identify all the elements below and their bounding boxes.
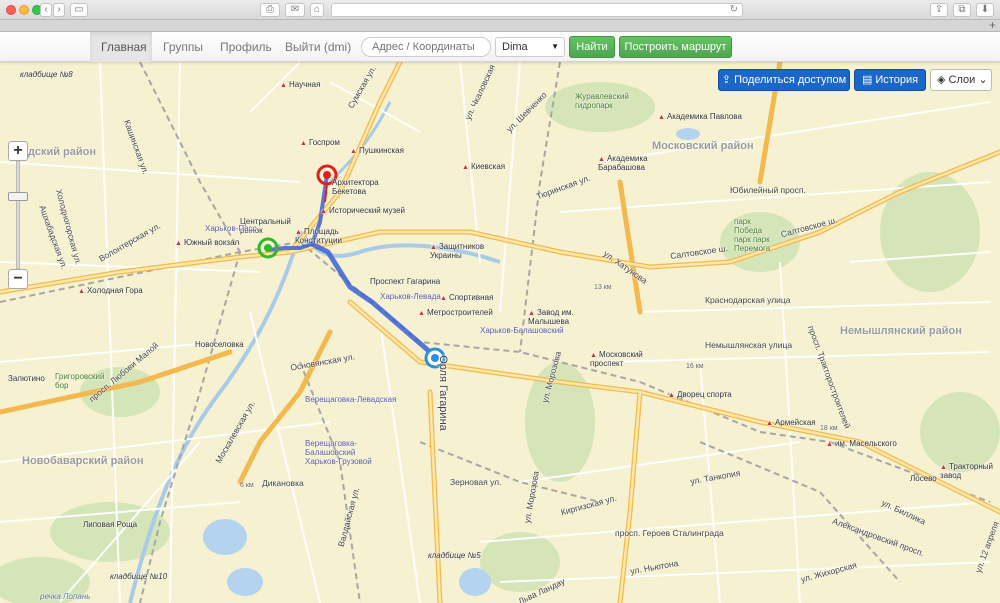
street-label: Орля Гагарина xyxy=(436,355,449,431)
tab-groups[interactable]: Группы xyxy=(152,32,214,62)
place-label: Верещаговка-Балашовский Харьков-Грузовой xyxy=(305,439,372,466)
map-canvas[interactable]: Московский район Немышлянский район Ново… xyxy=(0,62,1000,603)
metro-label: Московский проспект xyxy=(590,350,645,368)
metro-label: Спортивная xyxy=(440,293,493,302)
street-label: Юбилейный просп. xyxy=(730,185,806,195)
metro-label: Площадь Конституции xyxy=(295,227,355,245)
tab-profile[interactable]: Профиль xyxy=(209,32,283,62)
share-access-label: Поделиться доступом xyxy=(734,74,847,86)
metro-label: Армейская xyxy=(766,418,816,427)
place-label: Харьков-Пасс. xyxy=(205,224,259,233)
street-label: просп. Героев Сталинграда xyxy=(615,528,724,538)
layers-label: Слои xyxy=(948,74,976,86)
metro-label: Госпром xyxy=(300,138,340,147)
metro-label: Метростроителей xyxy=(418,308,493,317)
km-marker: 13 км xyxy=(594,284,612,291)
street-label: Дикановка xyxy=(262,478,304,488)
metro-label: Академика Барабашова xyxy=(598,154,668,172)
tab-home[interactable]: Главная xyxy=(90,32,152,62)
place-label: Верещаговка-Левадская xyxy=(305,395,397,404)
metro-label: Исторический музей xyxy=(320,206,405,215)
place-label: Залютино xyxy=(8,374,45,383)
place-label: кладбище №5 xyxy=(428,551,481,560)
back-icon[interactable]: ‹ xyxy=(40,3,52,17)
place-label: речка Лопань xyxy=(40,592,91,601)
zoom-slider-handle[interactable] xyxy=(8,192,28,201)
share-icon[interactable]: ⇪ xyxy=(930,3,948,17)
history-label: История xyxy=(875,74,919,86)
metro-label: Пушкинская xyxy=(350,146,404,155)
place-label: Харьков-Левада xyxy=(380,292,441,301)
place-label: кладбище №8 xyxy=(20,70,73,79)
district-label: Новобаварский район xyxy=(22,455,144,467)
metro-label: Киевская xyxy=(462,162,505,171)
street-label: Зерновая ул. xyxy=(450,477,502,487)
metro-label: Тракторный завод xyxy=(940,462,993,480)
zoom-slider-track[interactable] xyxy=(16,161,20,269)
place-label: Липовая Роща xyxy=(83,520,138,529)
chevron-down-icon: ⌄ xyxy=(975,74,988,86)
district-label: Московский район xyxy=(652,140,754,152)
download-icon[interactable]: ⬇ xyxy=(976,3,994,17)
search-input[interactable] xyxy=(361,37,491,57)
place-label: кладбище №10 xyxy=(110,572,168,581)
chevron-down-icon: ▼ xyxy=(551,42,559,51)
metro-label: Завод им. Малышева xyxy=(528,308,583,326)
layers-icon: ◈ xyxy=(937,74,949,86)
home-icon[interactable]: ⌂ xyxy=(310,3,324,17)
tab-strip: + xyxy=(0,18,1000,32)
tabs-icon[interactable]: ⧉ xyxy=(953,3,971,17)
user-select[interactable]: Dima ▼ xyxy=(495,37,565,57)
metro-label: Проспект Гагарина xyxy=(370,277,441,286)
reload-icon[interactable]: ↻ xyxy=(730,4,738,16)
address-bar[interactable]: ↻ xyxy=(331,3,743,17)
user-select-value: Dima xyxy=(502,41,528,53)
place-label: Григоровский бор xyxy=(55,372,105,390)
new-tab-icon[interactable]: + xyxy=(989,18,996,32)
km-marker: 6 км xyxy=(240,482,254,489)
mail-icon[interactable]: ✉ xyxy=(285,3,305,17)
metro-label: Защитников Украины xyxy=(430,242,490,260)
km-marker: 16 км xyxy=(686,363,704,370)
place-label: Лосево xyxy=(910,474,937,483)
place-label: парк Победа парк парк Перемога xyxy=(734,217,771,253)
print-icon[interactable]: ⎙ xyxy=(260,3,280,17)
find-button[interactable]: Найти xyxy=(569,36,615,58)
close-window-icon[interactable] xyxy=(6,5,16,15)
list-icon: ▤ xyxy=(861,74,876,86)
place-label: Журавлевский гидропарк xyxy=(575,92,629,110)
place-label: Новоселовка xyxy=(195,340,244,349)
district-label: Немышлянский район xyxy=(840,325,962,337)
street-label: Краснодарская улица xyxy=(705,295,791,305)
tab-logout[interactable]: Выйти (dmi) xyxy=(274,32,362,62)
metro-label: Академика Павлова xyxy=(658,112,742,121)
zoom-in-button[interactable]: + xyxy=(8,141,28,161)
share-icon: ⇪ xyxy=(721,74,735,86)
browser-toolbar: ‹ › ▭ ⎙ ✉ ⌂ ↻ ⇪ ⧉ ⬇ xyxy=(0,0,1000,20)
minimize-window-icon[interactable] xyxy=(19,5,29,15)
zoom-out-button[interactable]: − xyxy=(8,269,28,289)
build-route-button[interactable]: Построить маршрут xyxy=(619,36,732,58)
metro-label: Научная xyxy=(280,80,321,89)
metro-label: Архитектора Бекетова xyxy=(332,178,379,196)
layers-dropdown[interactable]: ◈ Слои ⌄ xyxy=(930,69,992,91)
place-label: Харьков-Балашовский xyxy=(480,326,564,335)
km-marker: 18 км xyxy=(820,425,838,432)
district-label: дский район xyxy=(28,146,97,158)
forward-icon[interactable]: › xyxy=(53,3,65,17)
history-button[interactable]: ▤ История xyxy=(854,69,926,91)
metro-label: Южный вокзал xyxy=(175,238,239,247)
sidebar-icon[interactable]: ▭ xyxy=(70,3,88,17)
metro-label: Холодная Гора xyxy=(78,286,143,295)
metro-label: им. Масельского xyxy=(826,439,897,448)
share-access-button[interactable]: ⇪ Поделиться доступом xyxy=(718,69,850,91)
metro-label: Дворец спорта xyxy=(668,390,732,399)
street-label: Немышлянская улица xyxy=(705,340,793,350)
